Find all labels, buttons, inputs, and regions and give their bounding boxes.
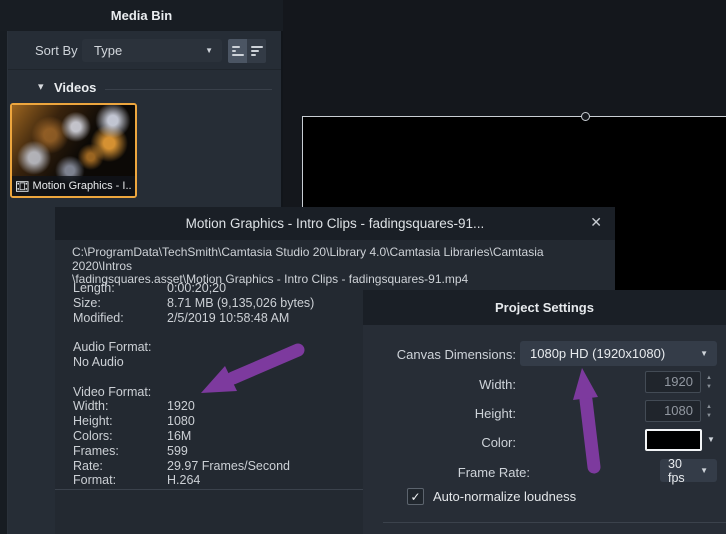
panel-divider <box>383 522 726 523</box>
videos-section-header[interactable]: ▾ Videos <box>8 78 281 98</box>
metadata-row-spacer <box>73 370 314 385</box>
frame-rate-value: 30 fps <box>660 457 700 485</box>
spinner-down-icon[interactable]: ▼ <box>706 413 712 419</box>
metadata-row-no-audio: No Audio <box>73 355 314 370</box>
metadata-row-video-format: Video Format: <box>73 385 314 400</box>
chevron-down-icon: ▼ <box>205 46 222 55</box>
metadata-row-audio-format: Audio Format: <box>73 340 314 355</box>
height-stepper[interactable]: ▲ ▼ <box>704 404 714 419</box>
color-label: Color: <box>481 435 516 450</box>
chevron-down-icon[interactable]: ▼ <box>707 435 715 444</box>
media-bin-title: Media Bin <box>111 8 172 23</box>
sort-type-dropdown[interactable]: Type ▼ <box>82 39 222 62</box>
metadata-row-size: Size:8.71 MB (9,135,026 bytes) <box>73 296 314 311</box>
clip-label-bar: Motion Graphics - I... <box>12 176 135 196</box>
sort-descending-button[interactable] <box>247 39 266 63</box>
spinner-down-icon[interactable]: ▼ <box>706 384 712 390</box>
chevron-down-icon: ▼ <box>700 349 717 358</box>
sort-order-buttons <box>228 39 266 63</box>
clip-file-path-line1: C:\ProgramData\TechSmith\Camtasia Studio… <box>72 246 601 273</box>
project-settings-panel: Project Settings Canvas Dimensions: 1080… <box>363 290 726 534</box>
videos-section-label: Videos <box>54 80 96 95</box>
height-input[interactable]: 1080 <box>645 400 701 422</box>
clip-info-header: Motion Graphics - Intro Clips - fadingsq… <box>55 207 615 240</box>
auto-normalize-row: ✓ Auto-normalize loudness <box>407 488 576 505</box>
film-icon <box>16 181 29 192</box>
selection-handle-top-left[interactable] <box>581 112 590 121</box>
width-stepper[interactable]: ▲ ▼ <box>704 375 714 390</box>
panel-edge-strip <box>0 31 8 534</box>
metadata-row-frames: Frames:599 <box>73 444 314 459</box>
metadata-row-height: Height:1080 <box>73 414 314 429</box>
sort-by-label: Sort By <box>35 43 78 58</box>
sort-row: Sort By Type ▼ <box>8 31 281 70</box>
auto-normalize-label: Auto-normalize loudness <box>433 489 576 504</box>
media-clip-thumbnail[interactable]: Motion Graphics - I... <box>10 103 137 198</box>
auto-normalize-checkbox[interactable]: ✓ <box>407 488 424 505</box>
project-settings-header: Project Settings <box>363 290 726 325</box>
chevron-down-icon: ▼ <box>700 466 717 475</box>
metadata-row-format: Format:H.264 <box>73 473 314 488</box>
media-bin-header: Media Bin <box>0 0 283 31</box>
width-label: Width: <box>479 377 516 392</box>
collapse-caret-icon[interactable]: ▾ <box>38 80 44 93</box>
color-swatch[interactable] <box>645 429 702 451</box>
project-settings-title: Project Settings <box>495 300 594 315</box>
frame-rate-label: Frame Rate: <box>458 465 530 480</box>
clip-label: Motion Graphics - I... <box>33 180 131 192</box>
spinner-up-icon[interactable]: ▲ <box>706 375 712 381</box>
height-label: Height: <box>475 406 516 421</box>
metadata-row-rate: Rate:29.97 Frames/Second <box>73 459 314 474</box>
sort-type-value: Type <box>82 43 205 58</box>
metadata-row-length: Length:0:00:20;20 <box>73 281 314 296</box>
close-icon[interactable]: ✕ <box>590 215 602 229</box>
metadata-row-colors: Colors:16M <box>73 429 314 444</box>
frame-rate-dropdown[interactable]: 30 fps ▼ <box>660 459 717 482</box>
section-divider <box>105 89 272 90</box>
metadata-row-width: Width:1920 <box>73 399 314 414</box>
canvas-dimensions-label: Canvas Dimensions: <box>397 347 516 362</box>
canvas-dimensions-dropdown[interactable]: 1080p HD (1920x1080) ▼ <box>520 341 717 366</box>
width-input[interactable]: 1920 <box>645 371 701 393</box>
clip-metadata: Length:0:00:20;20 Size:8.71 MB (9,135,02… <box>73 281 314 488</box>
camtasia-window: Media Bin Sort By Type ▼ ▾ Videos <box>0 0 726 534</box>
spinner-up-icon[interactable]: ▲ <box>706 404 712 410</box>
canvas-dimensions-value: 1080p HD (1920x1080) <box>520 346 700 361</box>
sort-ascending-button[interactable] <box>228 39 247 63</box>
metadata-row-spacer <box>73 325 314 340</box>
clip-info-title: Motion Graphics - Intro Clips - fadingsq… <box>186 216 485 231</box>
check-icon: ✓ <box>410 490 420 504</box>
metadata-row-modified: Modified:2/5/2019 10:58:48 AM <box>73 311 314 326</box>
